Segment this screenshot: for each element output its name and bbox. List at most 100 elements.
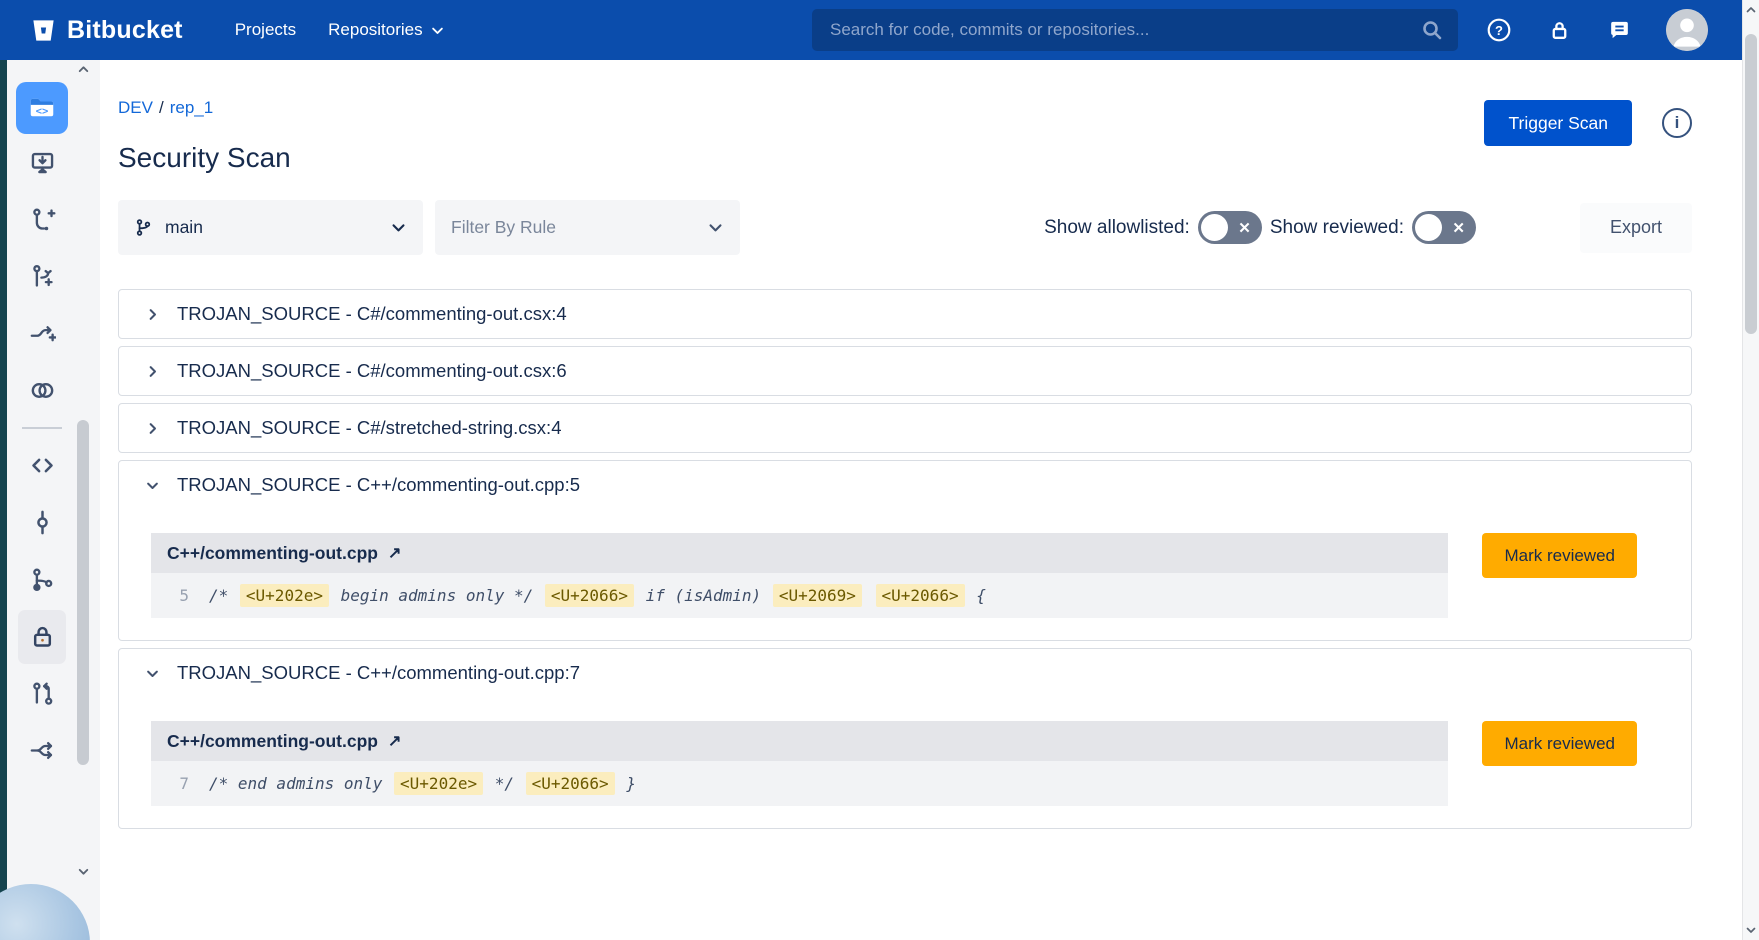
breadcrumb-separator: / [159,98,164,117]
svg-text:<>: <> [36,104,49,117]
finding-title: TROJAN_SOURCE - C#/commenting-out.csx:6 [177,360,567,382]
sidebar-item[interactable] [7,665,77,722]
chevron-right-icon [144,364,160,379]
branch-select-value: main [165,217,203,238]
breadcrumb-project-link[interactable]: DEV [118,98,153,117]
compare-icon [29,377,56,404]
toggle-knob [1201,214,1228,241]
sidebar-icon-column: <> [7,60,77,779]
sidebar-item[interactable] [7,722,77,779]
source-code-icon [29,452,56,479]
finding-row-header[interactable]: TROJAN_SOURCE - C#/commenting-out.csx:4 [119,290,1691,338]
show-allowlisted-label: Show allowlisted: [1044,217,1190,239]
create-fork-icon [29,320,56,347]
show-allowlisted-toggle[interactable]: ✕ [1198,211,1262,244]
feedback-icon[interactable] [1606,17,1632,43]
finding-file-path: C++/commenting-out.cpp [167,543,378,564]
chevron-down-icon [430,23,445,38]
finding-row: TROJAN_SOURCE - C++/commenting-out.cpp:7… [118,648,1692,829]
main-content: DEV / rep_1 Security Scan Trigger Scan i m… [100,60,1742,940]
unicode-token-highlight: <U+202e> [240,584,329,607]
finding-row-header[interactable]: TROJAN_SOURCE - C++/commenting-out.cpp:5 [119,461,1691,509]
sidebar-item-active[interactable]: <> [16,82,68,134]
finding-detail: C++/commenting-out.cpp ↗ 7 /* end admins on… [119,697,1691,828]
code-line-number: 7 [167,774,189,793]
bitbucket-logo[interactable]: Bitbucket [30,16,183,45]
finding-row-header[interactable]: TROJAN_SOURCE - C#/commenting-out.csx:6 [119,347,1691,395]
nav-projects[interactable]: Projects [235,20,296,40]
filter-by-rule-select[interactable]: Filter By Rule [435,200,740,255]
unicode-token-highlight: <U+2066> [545,584,634,607]
sidebar-scrollbar[interactable] [74,62,92,878]
sidebar-item[interactable] [7,437,77,494]
unicode-token-highlight: <U+202e> [394,772,483,795]
external-link-icon[interactable]: ↗ [388,731,401,751]
nav-repositories[interactable]: Repositories [328,20,445,40]
chevron-right-icon [144,421,160,436]
finding-row-header[interactable]: TROJAN_SOURCE - C++/commenting-out.cpp:7 [119,649,1691,697]
sidebar-scroll-down-icon[interactable] [75,864,91,878]
sidebar-item[interactable] [7,608,77,665]
finding-code-line: 5 /* <U+202e> begin admins only */ <U+206… [151,573,1448,618]
chevron-down-icon [144,666,160,681]
mark-reviewed-button[interactable]: Mark reviewed [1482,721,1637,766]
sidebar-item[interactable] [7,248,77,305]
finding-detail: C++/commenting-out.cpp ↗ 5 /* <U+202e> begi… [119,509,1691,640]
logo-text: Bitbucket [67,16,183,45]
left-sidebar: <> [0,60,100,940]
finding-row: TROJAN_SOURCE - C#/commenting-out.csx:4 [118,289,1692,339]
sidebar-item[interactable] [7,305,77,362]
window-scroll-down-icon[interactable] [1743,922,1759,938]
sidebar-item[interactable] [7,362,77,419]
forks-icon [29,737,56,764]
external-link-icon[interactable]: ↗ [388,543,401,563]
unicode-token-highlight: <U+2066> [526,772,615,795]
breadcrumb: DEV / rep_1 [118,98,291,118]
help-icon[interactable]: ? [1486,17,1512,43]
toggle-off-icon: ✕ [1238,219,1251,237]
finding-title: TROJAN_SOURCE - C#/stretched-string.csx:… [177,417,561,439]
finding-title: TROJAN_SOURCE - C++/commenting-out.cpp:7 [177,662,580,684]
lock-icon[interactable] [1546,17,1572,43]
search-icon[interactable] [1420,18,1444,42]
sidebar-scroll-up-icon[interactable] [75,62,91,76]
page-title: Security Scan [118,142,291,174]
sidebar-item[interactable] [7,191,77,248]
finding-title: TROJAN_SOURCE - C#/commenting-out.csx:4 [177,303,567,325]
branches-icon [29,566,56,593]
svg-text:?: ? [1495,23,1503,38]
show-reviewed-toggle[interactable]: ✕ [1412,211,1476,244]
pull-requests-icon [29,680,56,707]
window-scrollbar[interactable] [1742,0,1759,940]
finding-row-header[interactable]: TROJAN_SOURCE - C#/stretched-string.csx:… [119,404,1691,452]
branch-icon [134,218,153,237]
info-icon[interactable]: i [1662,108,1692,138]
sidebar-item[interactable] [7,551,77,608]
chevron-right-icon [144,307,160,322]
corner-widget-bubble[interactable] [0,884,90,940]
trigger-scan-button[interactable]: Trigger Scan [1484,100,1632,146]
create-branch-icon [29,263,56,290]
export-button[interactable]: Export [1580,203,1692,253]
chevron-down-icon [707,219,724,236]
window-scroll-thumb[interactable] [1745,34,1757,334]
sidebar-item[interactable] [7,134,77,191]
code-line-number: 5 [167,586,189,605]
breadcrumb-repo-link[interactable]: rep_1 [170,98,213,117]
finding-file-path: C++/commenting-out.cpp [167,731,378,752]
sidebar-scroll-thumb[interactable] [77,420,89,765]
finding-row: TROJAN_SOURCE - C#/commenting-out.csx:6 [118,346,1692,396]
repo-source-folder-icon: <> [27,93,57,123]
mark-reviewed-button[interactable]: Mark reviewed [1482,533,1637,578]
branch-select[interactable]: main [118,200,423,255]
show-reviewed-label: Show reviewed: [1270,217,1404,239]
search-input[interactable] [830,20,1420,40]
sidebar-edge-strip [0,60,7,940]
sidebar-item[interactable] [7,494,77,551]
global-search[interactable] [812,9,1458,51]
window-scroll-up-icon[interactable] [1743,2,1759,18]
toggle-knob [1415,214,1442,241]
code-text: /* <U+202e> begin admins only */ <U+2066… [209,586,986,605]
avatar[interactable] [1666,9,1708,51]
code-text: /* end admins only <U+202e> */ <U+2066> … [209,774,636,793]
